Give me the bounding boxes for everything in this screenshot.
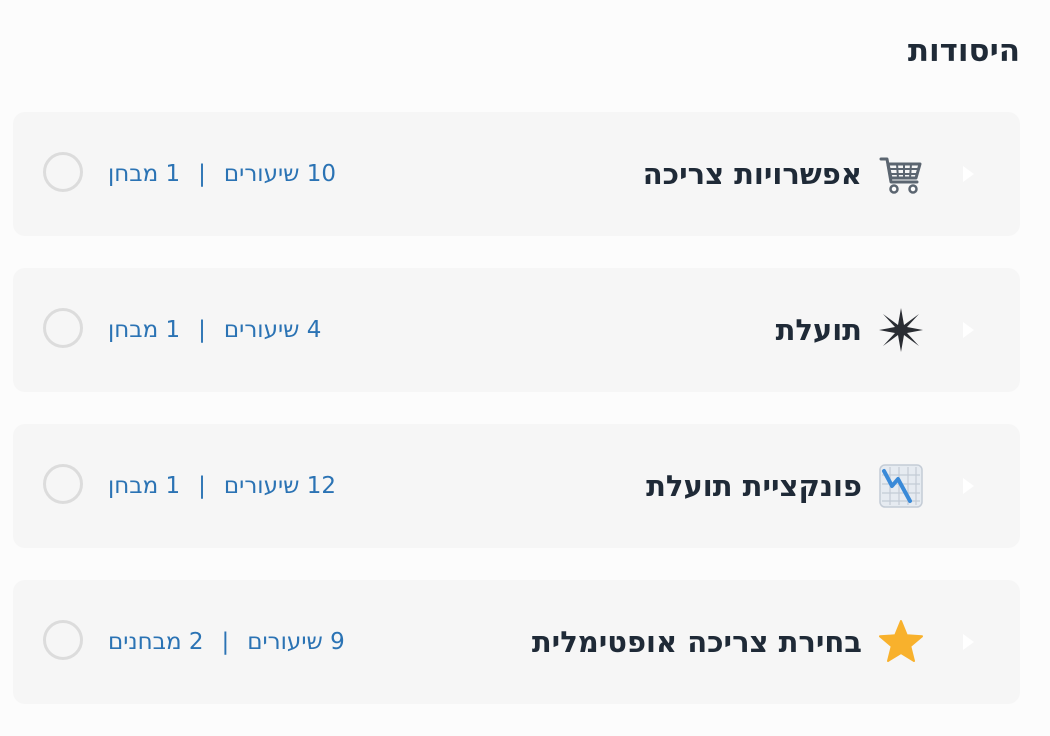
lesson-count: 9 שיעורים xyxy=(247,629,345,655)
progress-circle xyxy=(43,308,83,348)
unit-title: אפשרויות צריכה xyxy=(642,157,862,191)
quiz-count: 2 מבחנים xyxy=(108,629,204,655)
quiz-count: 1 מבחן xyxy=(108,317,181,343)
progress-circle xyxy=(43,620,83,660)
unit-meta: 9 שיעורים | 2 מבחנים xyxy=(108,629,345,655)
quiz-count: 1 מבחן xyxy=(108,473,181,499)
unit-title: תועלת xyxy=(775,313,862,347)
unit-card-consumption-options[interactable]: אפשרויות צריכה 10 שיעורים | 1 מבחן xyxy=(13,112,1020,236)
lesson-count: 12 שיעורים xyxy=(223,473,337,499)
quiz-count: 1 מבחן xyxy=(108,161,181,187)
sparkle-star-icon xyxy=(878,307,924,353)
meta-separator: | xyxy=(198,317,206,343)
unit-title: בחירת צריכה אופטימלית xyxy=(531,625,862,659)
expand-caret-icon[interactable] xyxy=(963,478,974,494)
unit-card-optimal-consumption-choice[interactable]: בחירת צריכה אופטימלית 9 שיעורים | 2 מבחנים xyxy=(13,580,1020,704)
unit-meta: 10 שיעורים | 1 מבחן xyxy=(108,161,336,187)
meta-separator: | xyxy=(198,473,206,499)
lesson-count: 10 שיעורים xyxy=(223,161,337,187)
unit-card-utility[interactable]: תועלת 4 שיעורים | 1 מבחן xyxy=(13,268,1020,392)
lesson-count: 4 שיעורים xyxy=(223,317,322,343)
progress-circle xyxy=(43,152,83,192)
shopping-cart-icon xyxy=(878,151,924,197)
unit-meta: 4 שיעורים | 1 מבחן xyxy=(108,317,321,343)
expand-caret-icon[interactable] xyxy=(963,634,974,650)
expand-caret-icon[interactable] xyxy=(963,322,974,338)
expand-caret-icon[interactable] xyxy=(963,166,974,182)
unit-card-utility-function[interactable]: פונקציית תועלת 12 שיעורים | 1 מבחן xyxy=(13,424,1020,548)
unit-meta: 12 שיעורים | 1 מבחן xyxy=(108,473,336,499)
star-icon xyxy=(878,619,924,665)
unit-title: פונקציית תועלת xyxy=(646,469,862,503)
meta-separator: | xyxy=(198,161,206,187)
progress-circle xyxy=(43,464,83,504)
unit-list: אפשרויות צריכה 10 שיעורים | 1 מבחן תועלת 4… xyxy=(13,112,1020,736)
chart-decreasing-icon xyxy=(878,463,924,509)
section-title: היסודות xyxy=(907,33,1020,69)
meta-separator: | xyxy=(221,629,230,655)
